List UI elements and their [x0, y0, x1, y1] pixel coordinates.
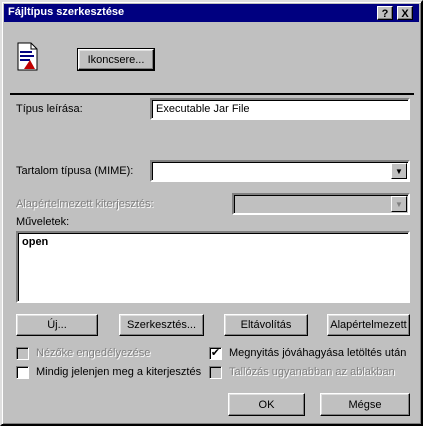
dialog-title: Fájltípus szerkesztése	[8, 6, 125, 18]
remove-action-button[interactable]: Eltávolítás	[224, 314, 308, 336]
edit-file-type-dialog: Fájltípus szerkesztése ? X Ikoncsere... …	[0, 0, 423, 426]
chevron-down-icon[interactable]: ▼	[391, 163, 407, 179]
ok-button[interactable]: OK	[228, 393, 305, 416]
set-default-label: Alapértelmezett	[330, 319, 407, 331]
edit-action-label: Szerkesztés...	[126, 319, 197, 331]
file-type-icon	[16, 42, 40, 72]
confirm-open-checkbox[interactable]: ✔	[209, 347, 222, 360]
change-icon-button[interactable]: Ikoncsere...	[77, 48, 155, 71]
new-action-button[interactable]: Új...	[16, 314, 98, 336]
separator	[10, 93, 414, 95]
close-button[interactable]: X	[397, 6, 413, 20]
help-button[interactable]: ?	[377, 6, 393, 20]
actions-label: Műveletek:	[16, 216, 70, 228]
title-bar[interactable]: Fájltípus szerkesztése ? X	[4, 4, 419, 22]
set-default-button[interactable]: Alapértelmezett	[327, 314, 410, 336]
remove-action-label: Eltávolítás	[240, 319, 292, 331]
default-extension-label: Alapértelmezett kiterjesztés:	[16, 198, 154, 210]
actions-list[interactable]: open	[16, 231, 410, 303]
ok-label: OK	[258, 398, 275, 411]
enable-viewer-checkbox	[16, 347, 29, 360]
mime-type-label: Tartalom típusa (MIME):	[16, 165, 134, 177]
enable-viewer-label: Nézőke engedélyezése	[36, 347, 151, 359]
chevron-down-icon: ▼	[391, 196, 407, 212]
change-icon-label: Ikoncsere...	[87, 53, 145, 66]
cancel-label: Mégse	[348, 398, 382, 411]
type-description-input[interactable]: Executable Jar File	[150, 98, 410, 120]
confirm-open-label: Megnyitás jóváhagyása letöltés után	[229, 347, 407, 359]
cancel-button[interactable]: Mégse	[320, 393, 410, 416]
new-action-label: Új...	[47, 319, 67, 331]
default-extension-select: ▼	[232, 193, 410, 215]
mime-type-select[interactable]: ▼	[150, 160, 410, 182]
always-show-ext-checkbox[interactable]	[16, 366, 29, 379]
type-description-label: Típus leírása:	[16, 103, 83, 115]
browse-same-window-checkbox	[209, 366, 222, 379]
edit-action-button[interactable]: Szerkesztés...	[119, 314, 204, 336]
browse-same-window-label: Tallózás ugyanabban az ablakban	[229, 366, 395, 378]
list-item[interactable]: open	[22, 236, 404, 248]
always-show-ext-label: Mindig jelenjen meg a kiterjesztés	[36, 366, 202, 378]
